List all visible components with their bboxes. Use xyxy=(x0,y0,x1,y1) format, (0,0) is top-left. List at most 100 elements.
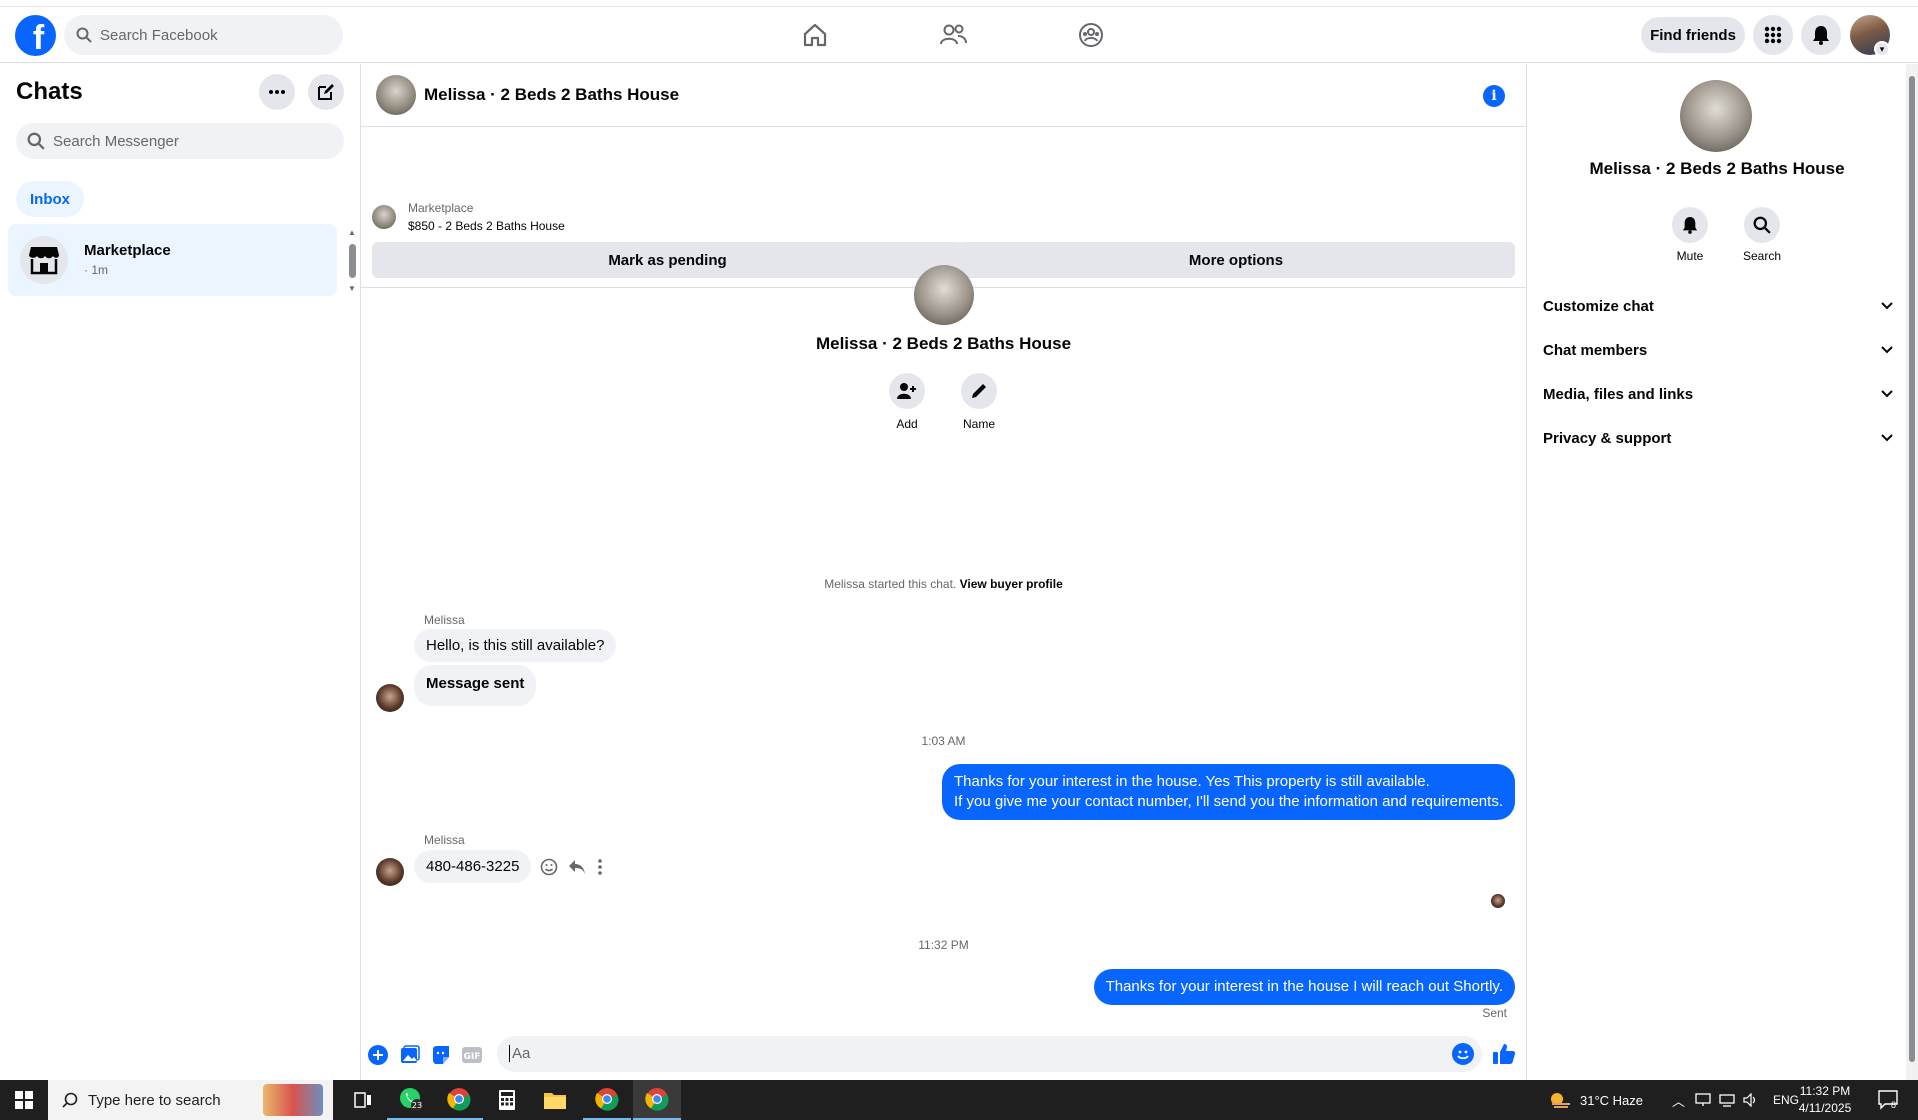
whatsapp-icon[interactable]: 23 xyxy=(387,1080,435,1120)
incoming-message[interactable]: 480-486-3225 xyxy=(414,850,532,883)
scroll-down-icon[interactable]: ▼ xyxy=(348,284,356,293)
file-explorer-icon[interactable] xyxy=(531,1080,579,1120)
row-label: Customize chat xyxy=(1543,297,1654,315)
add-person-icon xyxy=(897,383,916,399)
search-label: Search xyxy=(1742,249,1782,263)
incoming-message[interactable]: Hello, is this still available? xyxy=(414,629,617,662)
chat-item-name: Marketplace xyxy=(84,242,171,259)
taskbar-search-input[interactable]: Type here to search xyxy=(48,1080,333,1120)
customize-chat-row[interactable]: Customize chat xyxy=(1543,288,1893,324)
home-icon[interactable] xyxy=(801,21,829,49)
sender-avatar[interactable] xyxy=(376,684,404,712)
thumbs-up-icon[interactable] xyxy=(1491,1041,1517,1067)
windows-start-icon[interactable] xyxy=(0,1080,48,1120)
volume-icon[interactable] xyxy=(1743,1093,1759,1107)
privacy-support-row[interactable]: Privacy & support xyxy=(1543,420,1893,456)
search-in-chat-button[interactable]: Search xyxy=(1737,207,1787,263)
chat-details-panel: Melissa · 2 Beds 2 Baths House Mute Sear… xyxy=(1526,64,1906,1080)
chat-list-scrollbar[interactable]: ▲ ▼ xyxy=(348,228,358,294)
info-icon[interactable]: i xyxy=(1483,85,1505,107)
calculator-icon[interactable] xyxy=(483,1080,531,1120)
mute-button[interactable]: Mute xyxy=(1665,207,1715,263)
messenger-search-placeholder: Search Messenger xyxy=(53,132,179,150)
chat-members-row[interactable]: Chat members xyxy=(1543,332,1893,368)
conversation-avatar[interactable] xyxy=(376,75,416,115)
reply-icon[interactable] xyxy=(568,859,586,875)
chats-sidebar: Chats Search Messenger Inbox Marketplace… xyxy=(0,64,361,1080)
scrollbar-thumb[interactable] xyxy=(1909,76,1915,1062)
edit-name-button[interactable]: Name xyxy=(961,373,997,431)
message-input[interactable]: Aa xyxy=(497,1036,1482,1072)
view-buyer-profile-link[interactable]: View buyer profile xyxy=(960,577,1063,591)
weather-icon xyxy=(1551,1093,1570,1108)
taskbar-search-placeholder: Type here to search xyxy=(88,1091,221,1109)
notifications-bell-icon[interactable] xyxy=(1801,15,1841,55)
facebook-search-placeholder: Search Facebook xyxy=(100,26,218,44)
outgoing-message[interactable]: Thanks for your interest in the house I … xyxy=(1093,969,1515,1005)
listing-thumbnail[interactable] xyxy=(372,205,396,229)
chevron-down-icon xyxy=(1881,346,1893,354)
scrollbar-thumb[interactable] xyxy=(349,244,356,278)
find-friends-button[interactable]: Find friends xyxy=(1641,17,1745,53)
chevron-down-icon[interactable]: ▾ xyxy=(1874,41,1890,57)
chat-list-item[interactable]: Marketplace · 1m xyxy=(8,224,337,296)
clock[interactable]: 11:32 PM 4/11/2025 xyxy=(1785,1083,1865,1117)
mark-as-pending-button[interactable]: Mark as pending xyxy=(372,242,963,278)
listing-title[interactable]: $850 - 2 Beds 2 Baths House xyxy=(408,219,565,233)
sender-avatar[interactable] xyxy=(376,858,404,886)
whatsapp-badge: 23 xyxy=(412,1101,422,1110)
outgoing-line: If you give me your contact number, I'll… xyxy=(954,793,1503,810)
row-label: Privacy & support xyxy=(1543,429,1672,447)
marketplace-label: Marketplace xyxy=(408,201,474,215)
plus-circle-icon[interactable] xyxy=(367,1044,389,1066)
clock-time: 11:32 PM xyxy=(1799,1084,1851,1098)
messenger-search-input[interactable]: Search Messenger xyxy=(16,123,344,159)
search-highlight-image[interactable] xyxy=(263,1084,323,1116)
marketplace-store-icon xyxy=(20,236,68,284)
facebook-logo[interactable]: f xyxy=(15,15,56,56)
bell-icon xyxy=(1682,217,1698,234)
details-avatar[interactable] xyxy=(1680,80,1752,152)
page-scrollbar[interactable] xyxy=(1906,64,1918,1080)
menu-grid-icon[interactable] xyxy=(1753,15,1793,55)
scroll-up-icon[interactable]: ▲ xyxy=(348,228,356,237)
conversation-pane: Melissa · 2 Beds 2 Baths House i Marketp… xyxy=(361,64,1526,1080)
photo-icon[interactable] xyxy=(399,1044,421,1066)
more-vertical-icon[interactable] xyxy=(598,859,602,875)
pencil-icon xyxy=(972,384,986,398)
details-name: Melissa · 2 Beds 2 Baths House xyxy=(1589,159,1845,178)
add-label: Add xyxy=(896,417,918,431)
more-options-button[interactable]: More options xyxy=(957,242,1515,278)
chrome-icon[interactable] xyxy=(435,1080,483,1120)
marketplace-listing-bar: Marketplace $850 - 2 Beds 2 Baths House … xyxy=(361,128,1526,288)
react-emoji-icon[interactable] xyxy=(540,858,558,876)
sticker-icon[interactable] xyxy=(430,1044,452,1066)
display-icon[interactable] xyxy=(1719,1093,1735,1107)
task-view-icon[interactable] xyxy=(339,1080,387,1120)
groups-icon[interactable] xyxy=(1077,21,1105,49)
weather-widget[interactable]: 31°C Haze xyxy=(1548,1080,1643,1120)
search-icon xyxy=(1753,216,1771,234)
outgoing-message[interactable]: Thanks for your interest in the house. Y… xyxy=(942,764,1515,820)
gif-icon[interactable]: GIF xyxy=(461,1044,483,1066)
add-member-button[interactable]: Add xyxy=(889,373,925,431)
chevron-down-icon xyxy=(1881,302,1893,310)
conversation-title[interactable]: Melissa · 2 Beds 2 Baths House xyxy=(424,85,679,105)
more-options-icon[interactable] xyxy=(259,74,295,110)
message-composer: GIF Aa xyxy=(361,1028,1526,1080)
emoji-icon[interactable] xyxy=(1452,1043,1474,1065)
inbox-tab[interactable]: Inbox xyxy=(16,181,84,217)
chrome-active-icon[interactable] xyxy=(633,1080,681,1120)
media-files-links-row[interactable]: Media, files and links xyxy=(1543,376,1893,412)
chrome-profile-icon[interactable] xyxy=(583,1080,631,1120)
incoming-message[interactable]: Message sent xyxy=(414,665,537,706)
search-icon xyxy=(27,132,45,150)
facebook-search-input[interactable]: Search Facebook xyxy=(64,15,343,55)
network-icon[interactable] xyxy=(1695,1093,1711,1107)
search-icon xyxy=(62,1092,78,1108)
chevron-up-icon[interactable]: ︿ xyxy=(1672,1091,1685,1110)
notification-count: 8 xyxy=(1891,1100,1897,1110)
friends-icon[interactable] xyxy=(939,21,967,49)
notification-center-icon[interactable]: 8 xyxy=(1878,1080,1898,1120)
new-message-icon[interactable] xyxy=(308,74,344,110)
